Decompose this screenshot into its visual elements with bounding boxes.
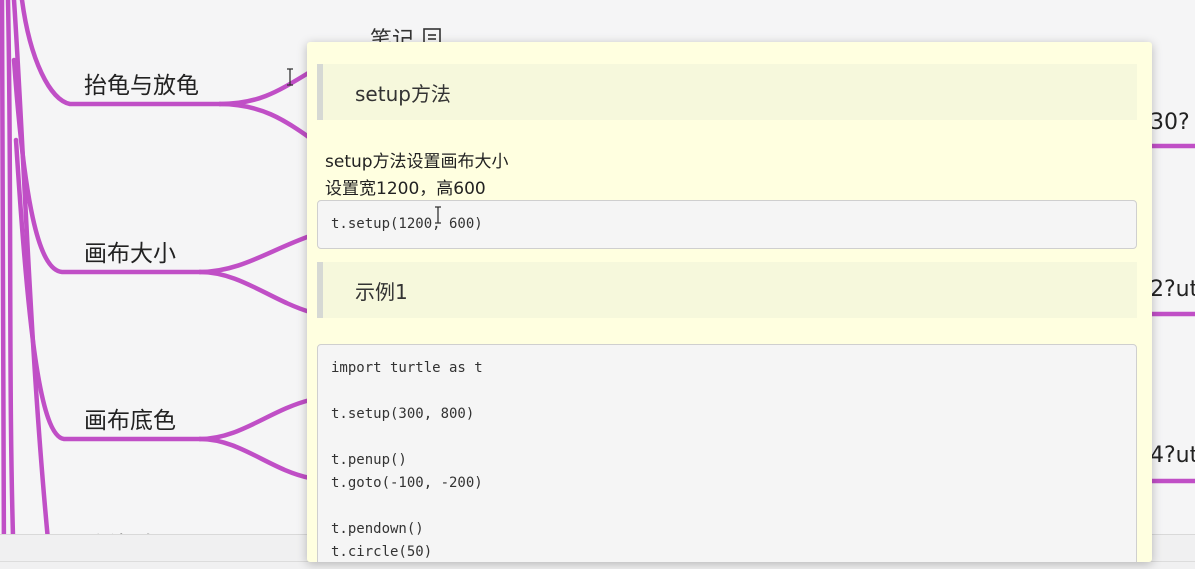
trunk-branch: [0, 0, 7, 568]
trunk-branch: [11, 0, 51, 543]
code-line: t.setup(300, 800): [331, 406, 475, 422]
note-popup[interactable]: setup方法 setup方法设置画布大小 设置宽1200，高600 t.set…: [307, 42, 1152, 562]
branch-node-3: [13, 137, 203, 442]
sub-branch: [217, 101, 313, 141]
code-line: t.circle(50): [331, 544, 433, 560]
sub-branch: [217, 69, 313, 107]
mindmap-node[interactable]: 画布大小: [84, 234, 176, 268]
code-line: t.penup(): [331, 452, 407, 468]
code-block[interactable]: import turtle as t t.setup(300, 800) t.p…: [317, 344, 1137, 562]
mindmap-node-fragment[interactable]: 4?ut: [1150, 443, 1195, 468]
trunk-branch: [5, 0, 17, 568]
note-heading: 示例1: [317, 262, 1137, 318]
code-line: t.setup(1200, 600): [331, 216, 483, 232]
mindmap-node-fragment[interactable]: 2?ut: [1150, 277, 1195, 302]
code-line: t.pendown(): [331, 521, 424, 537]
text-cursor-icon: [287, 68, 293, 86]
code-line: t.goto(-100, -200): [331, 475, 483, 491]
sub-branch: [197, 233, 313, 275]
code-line: import turtle as t: [331, 360, 483, 376]
text-cursor-icon: [435, 206, 441, 224]
mindmap-node-fragment[interactable]: 30?: [1150, 110, 1190, 135]
mindmap-node[interactable]: 画布底色: [84, 401, 176, 435]
note-text-line: 设置宽1200，高600: [325, 179, 486, 199]
sub-branch: [197, 397, 313, 442]
note-heading: setup方法: [317, 64, 1137, 120]
sub-branch: [197, 436, 313, 481]
sub-branch: [197, 269, 313, 315]
note-text-line: setup方法设置画布大小: [325, 152, 509, 172]
mindmap-node[interactable]: 抬龟与放龟: [84, 66, 199, 100]
